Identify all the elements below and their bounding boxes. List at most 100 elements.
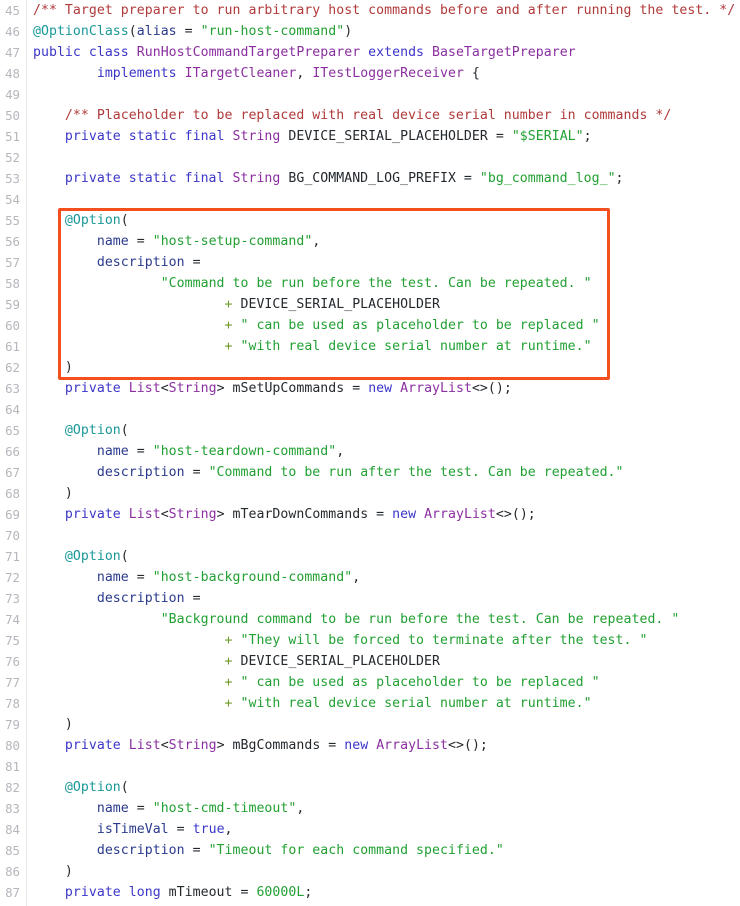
code-line[interactable]: 73 description = bbox=[0, 588, 740, 609]
code-line[interactable]: 67 description = "Command to be run afte… bbox=[0, 462, 740, 483]
code-line-content: @OptionClass(alias = "run-host-command") bbox=[33, 21, 352, 42]
code-line[interactable]: 48 implements ITargetCleaner, ITestLogge… bbox=[0, 63, 740, 84]
code-line[interactable]: 72 name = "host-background-command", bbox=[0, 567, 740, 588]
code-line-content: @Option( bbox=[33, 546, 129, 567]
token-kw: private bbox=[64, 738, 121, 753]
line-number: 72 bbox=[5, 570, 20, 585]
line-number: 59 bbox=[5, 297, 20, 312]
code-line[interactable]: 50 /** Placeholder to be replaced with r… bbox=[0, 105, 740, 126]
token-punct: ) bbox=[64, 864, 73, 879]
line-number: 49 bbox=[5, 87, 20, 102]
code-line[interactable]: 87 private long mTimeout = 60000L; bbox=[0, 882, 740, 903]
line-number: 85 bbox=[5, 843, 20, 858]
code-line[interactable]: 70 bbox=[0, 525, 740, 546]
code-line[interactable]: 61 + "with real device serial number at … bbox=[0, 336, 740, 357]
code-line-content: /** Target preparer to run arbitrary hos… bbox=[33, 0, 735, 21]
token-punct: ( bbox=[120, 213, 129, 228]
code-line[interactable]: 59 + DEVICE_SERIAL_PLACEHOLDER bbox=[0, 294, 740, 315]
token-str: "host-setup-command" bbox=[152, 234, 313, 249]
code-viewer[interactable]: 45 /** Target preparer to run arbitrary h… bbox=[0, 0, 740, 906]
line-number: 80 bbox=[5, 738, 20, 753]
token-op: + bbox=[224, 675, 233, 690]
token-str: "host-cmd-timeout" bbox=[152, 801, 297, 816]
code-line[interactable]: 84 isTimeVal = true, bbox=[0, 819, 740, 840]
code-line[interactable]: 76 + DEVICE_SERIAL_PLACEHOLDER bbox=[0, 651, 740, 672]
line-number: 84 bbox=[5, 822, 20, 837]
code-line-content: ) bbox=[33, 483, 73, 504]
code-line[interactable]: 85 description = "Timeout for each comma… bbox=[0, 840, 740, 861]
line-number: 56 bbox=[5, 234, 20, 249]
code-line-content: + DEVICE_SERIAL_PLACEHOLDER bbox=[33, 294, 440, 315]
code-line[interactable]: 56 name = "host-setup-command", bbox=[0, 231, 740, 252]
code-line[interactable]: 47 public class RunHostCommandTargetPrepa… bbox=[0, 42, 740, 63]
code-line[interactable]: 75 + "They will be forced to terminate a… bbox=[0, 630, 740, 651]
code-line[interactable]: 69 private List<String> mTearDownCommand… bbox=[0, 504, 740, 525]
code-line[interactable]: 49 bbox=[0, 84, 740, 105]
code-line[interactable]: 83 name = "host-cmd-timeout", bbox=[0, 798, 740, 819]
code-line[interactable]: 45 /** Target preparer to run arbitrary h… bbox=[0, 0, 740, 21]
code-line[interactable]: 46 @OptionClass(alias = "run-host-command… bbox=[0, 21, 740, 42]
token-punct: ) bbox=[64, 360, 73, 375]
code-line[interactable]: 71 @Option( bbox=[0, 546, 740, 567]
code-line-list[interactable]: 45 /** Target preparer to run arbitrary h… bbox=[0, 0, 740, 903]
code-line[interactable]: 65 @Option( bbox=[0, 420, 740, 441]
code-line[interactable]: 64 bbox=[0, 399, 740, 420]
code-line[interactable]: 78 + "with real device serial number at … bbox=[0, 693, 740, 714]
line-number: 57 bbox=[5, 255, 20, 270]
token-str: "Background command to be run before the… bbox=[160, 612, 680, 627]
code-line[interactable]: 53 private static final String BG_COMMAN… bbox=[0, 168, 740, 189]
code-line[interactable]: 79 ) bbox=[0, 714, 740, 735]
code-line[interactable]: 80 private List<String> mBgCommands = ne… bbox=[0, 735, 740, 756]
code-line[interactable]: 55 @Option( bbox=[0, 210, 740, 231]
code-line[interactable]: 62 ) bbox=[0, 357, 740, 378]
code-line-content: private List<String> mBgCommands = new A… bbox=[33, 735, 488, 756]
code-line[interactable]: 66 name = "host-teardown-command", bbox=[0, 441, 740, 462]
code-line[interactable]: 77 + " can be used as placeholder to be … bbox=[0, 672, 740, 693]
token-plain: <>(); bbox=[495, 507, 536, 522]
code-line-content: private List<String> mSetUpCommands = ne… bbox=[33, 378, 512, 399]
token-op: + bbox=[224, 696, 233, 711]
token-op: + bbox=[224, 297, 233, 312]
code-line[interactable]: 60 + " can be used as placeholder to be … bbox=[0, 315, 740, 336]
token-op: + bbox=[224, 654, 233, 669]
token-cmt: /** Target preparer to run arbitrary hos… bbox=[33, 3, 736, 18]
token-type: String bbox=[232, 129, 281, 144]
code-line[interactable]: 51 private static final String DEVICE_SE… bbox=[0, 126, 740, 147]
code-line[interactable]: 82 @Option( bbox=[0, 777, 740, 798]
line-number: 52 bbox=[5, 150, 20, 165]
code-line-content: name = "host-background-command", bbox=[33, 567, 360, 588]
line-number: 68 bbox=[5, 486, 20, 501]
code-line[interactable]: 81 bbox=[0, 756, 740, 777]
token-plain: ; bbox=[304, 885, 313, 900]
line-number: 83 bbox=[5, 801, 20, 816]
token-plain: > mSetUpCommands = bbox=[216, 381, 369, 396]
code-line[interactable]: 74 "Background command to be run before … bbox=[0, 609, 740, 630]
line-number: 81 bbox=[5, 759, 20, 774]
code-line[interactable]: 86 ) bbox=[0, 861, 740, 882]
line-number: 75 bbox=[5, 633, 20, 648]
code-line[interactable]: 63 private List<String> mSetUpCommands =… bbox=[0, 378, 740, 399]
code-line[interactable]: 52 bbox=[0, 147, 740, 168]
token-cls: ITargetCleaner bbox=[184, 66, 297, 81]
code-line[interactable]: 58 "Command to be run before the test. C… bbox=[0, 273, 740, 294]
code-line[interactable]: 54 bbox=[0, 189, 740, 210]
token-str: "Command to be run before the test. Can … bbox=[160, 276, 592, 291]
code-line[interactable]: 68 ) bbox=[0, 483, 740, 504]
token-type: ArrayList bbox=[376, 738, 449, 753]
code-line[interactable]: 57 description = bbox=[0, 252, 740, 273]
